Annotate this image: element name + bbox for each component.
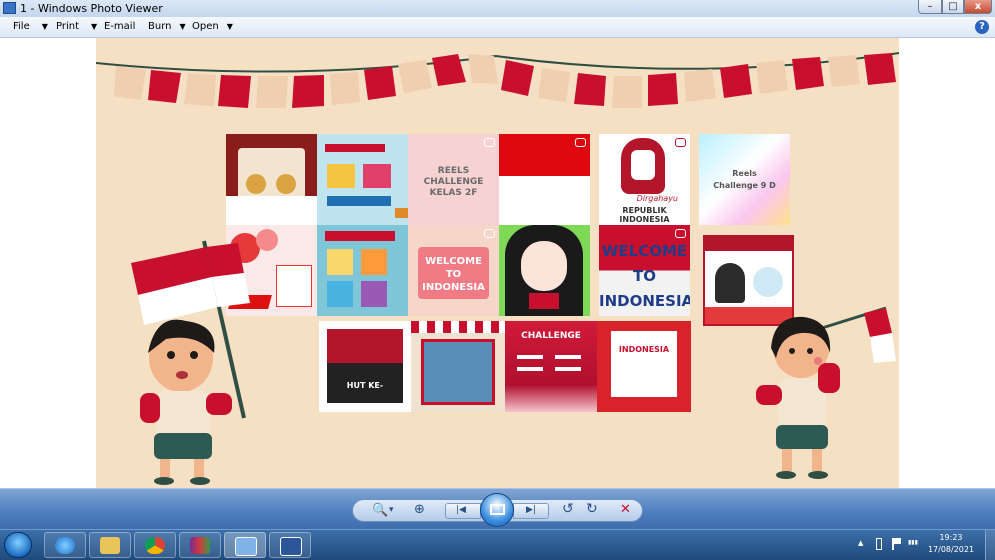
collage-tile: REELS CHALLENGE KELAS 2F [408,134,499,225]
chevron-down-icon: ▼ [179,22,186,31]
collage-tile: WELCOME TO INDONESIA [599,225,690,316]
taskbar-photo-viewer[interactable] [224,532,266,558]
file-menu-label: File [13,21,30,32]
collage-tile [411,321,505,412]
action-center-flag-icon[interactable] [892,538,901,550]
collage-tile [499,225,590,316]
collage-tile [317,225,408,316]
tile-text: REELS CHALLENGE KELAS 2F [423,166,484,198]
slideshow-icon [490,504,505,515]
battery-icon[interactable] [876,538,882,550]
system-clock[interactable]: 19:23 17/08/2021 [926,532,976,556]
reels-icon [484,138,495,147]
show-hidden-icons-icon[interactable]: ▲ [858,539,863,547]
chrome-icon [145,537,165,554]
folder-icon [100,537,120,554]
winrar-icon [190,537,210,554]
collage-tile: Dirgahayu REPUBLIK INDONESIA [599,134,690,225]
network-signal-icon[interactable]: ▮▮▮ [908,539,918,546]
burn-menu[interactable]: Burn ▼ [148,21,186,32]
tile-text: Dirgahayu [636,194,678,203]
collage-tile: CHALLENGE [505,321,597,412]
slideshow-button[interactable] [480,493,514,527]
chevron-down-icon: ▼ [91,22,98,31]
next-button[interactable]: ▶| [513,503,549,519]
taskbar-word[interactable] [269,532,311,558]
taskbar-file-explorer[interactable] [89,532,131,558]
next-icon: ▶| [526,505,536,515]
open-menu[interactable]: Open ▼ [192,21,233,32]
burn-menu-label: Burn [148,21,172,32]
previous-button[interactable]: |◀ [445,503,481,519]
displayed-image: REELS CHALLENGE KELAS 2F Dirgahayu REPUB… [96,38,899,488]
internet-explorer-icon [55,537,75,554]
maximize-button[interactable]: □ [942,0,964,14]
actual-size-icon[interactable]: ⊕ [414,502,425,517]
collage-tile: INDONESIA [597,321,691,412]
taskbar-chrome[interactable] [134,532,176,558]
clock-date: 17/08/2021 [927,545,975,554]
photo-viewer-app-icon [3,2,16,14]
window-title: 1 - Windows Photo Viewer [20,2,163,15]
collage-tile [499,134,590,225]
print-menu[interactable]: Print ▼ [56,21,97,32]
tile-text: INDONESIA [618,345,670,354]
tile-text: WELCOME TO INDONESIA [599,242,690,310]
tile-text: REPUBLIK INDONESIA [619,206,670,224]
print-menu-label: Print [56,21,80,32]
close-button[interactable]: x [964,0,992,14]
taskbar: ▲ ▮▮▮ 19:23 17/08/2021 [0,529,995,560]
collage-tile: WELCOME TO INDONESIA [408,225,499,316]
bunting-decoration [96,52,899,108]
reels-icon [675,229,686,238]
help-icon[interactable]: ? [975,20,989,34]
taskbar-internet-explorer[interactable] [44,532,86,558]
chevron-down-icon: ▼ [226,22,233,31]
collage-tile [317,134,408,225]
menu-bar: File ▼ Print ▼ E-mail Burn ▼ Open ▼ [0,17,995,38]
tile-text: Reels Challenge 9 D [713,169,776,190]
minimize-button[interactable]: – [918,0,942,14]
clock-time: 19:23 [939,533,963,542]
taskbar-winrar[interactable] [179,532,221,558]
child-with-flag-right [756,306,896,479]
reels-icon [575,138,586,147]
collage-tile [226,134,317,225]
email-button[interactable]: E-mail [104,21,135,32]
file-menu[interactable]: File ▼ [13,21,48,32]
tile-text: HUT KE- [346,381,384,390]
start-button[interactable] [4,532,32,558]
title-bar: 1 - Windows Photo Viewer – □ x [0,0,995,17]
chevron-down-icon: ▼ [41,22,48,31]
rotate-clockwise-icon[interactable]: ↻ [586,501,598,517]
collage-tile: Reels Challenge 9 D [699,134,790,225]
photo-viewer-icon [235,537,257,556]
zoom-icon[interactable]: 🔍 [372,503,388,518]
tile-text: WELCOME TO INDONESIA [422,256,485,293]
previous-icon: |◀ [456,505,466,515]
reels-icon [675,138,686,147]
reels-icon [484,229,495,238]
child-with-flag-left [131,240,250,485]
image-viewer: REELS CHALLENGE KELAS 2F Dirgahayu REPUB… [0,38,995,488]
viewer-toolbar: 🔍 ▾ ⊕ |◀ ▶| ↺ ↻ ✕ [0,488,995,530]
zoom-dropdown-icon[interactable]: ▾ [389,505,394,515]
word-icon [280,537,302,556]
delete-icon[interactable]: ✕ [620,502,631,517]
show-desktop-button[interactable] [985,530,995,560]
collage-tile: HUT KE- [319,321,411,412]
open-menu-label: Open [192,21,219,32]
rotate-counterclockwise-icon[interactable]: ↺ [562,501,574,517]
email-label: E-mail [104,21,136,32]
tile-text: CHALLENGE [521,331,581,341]
